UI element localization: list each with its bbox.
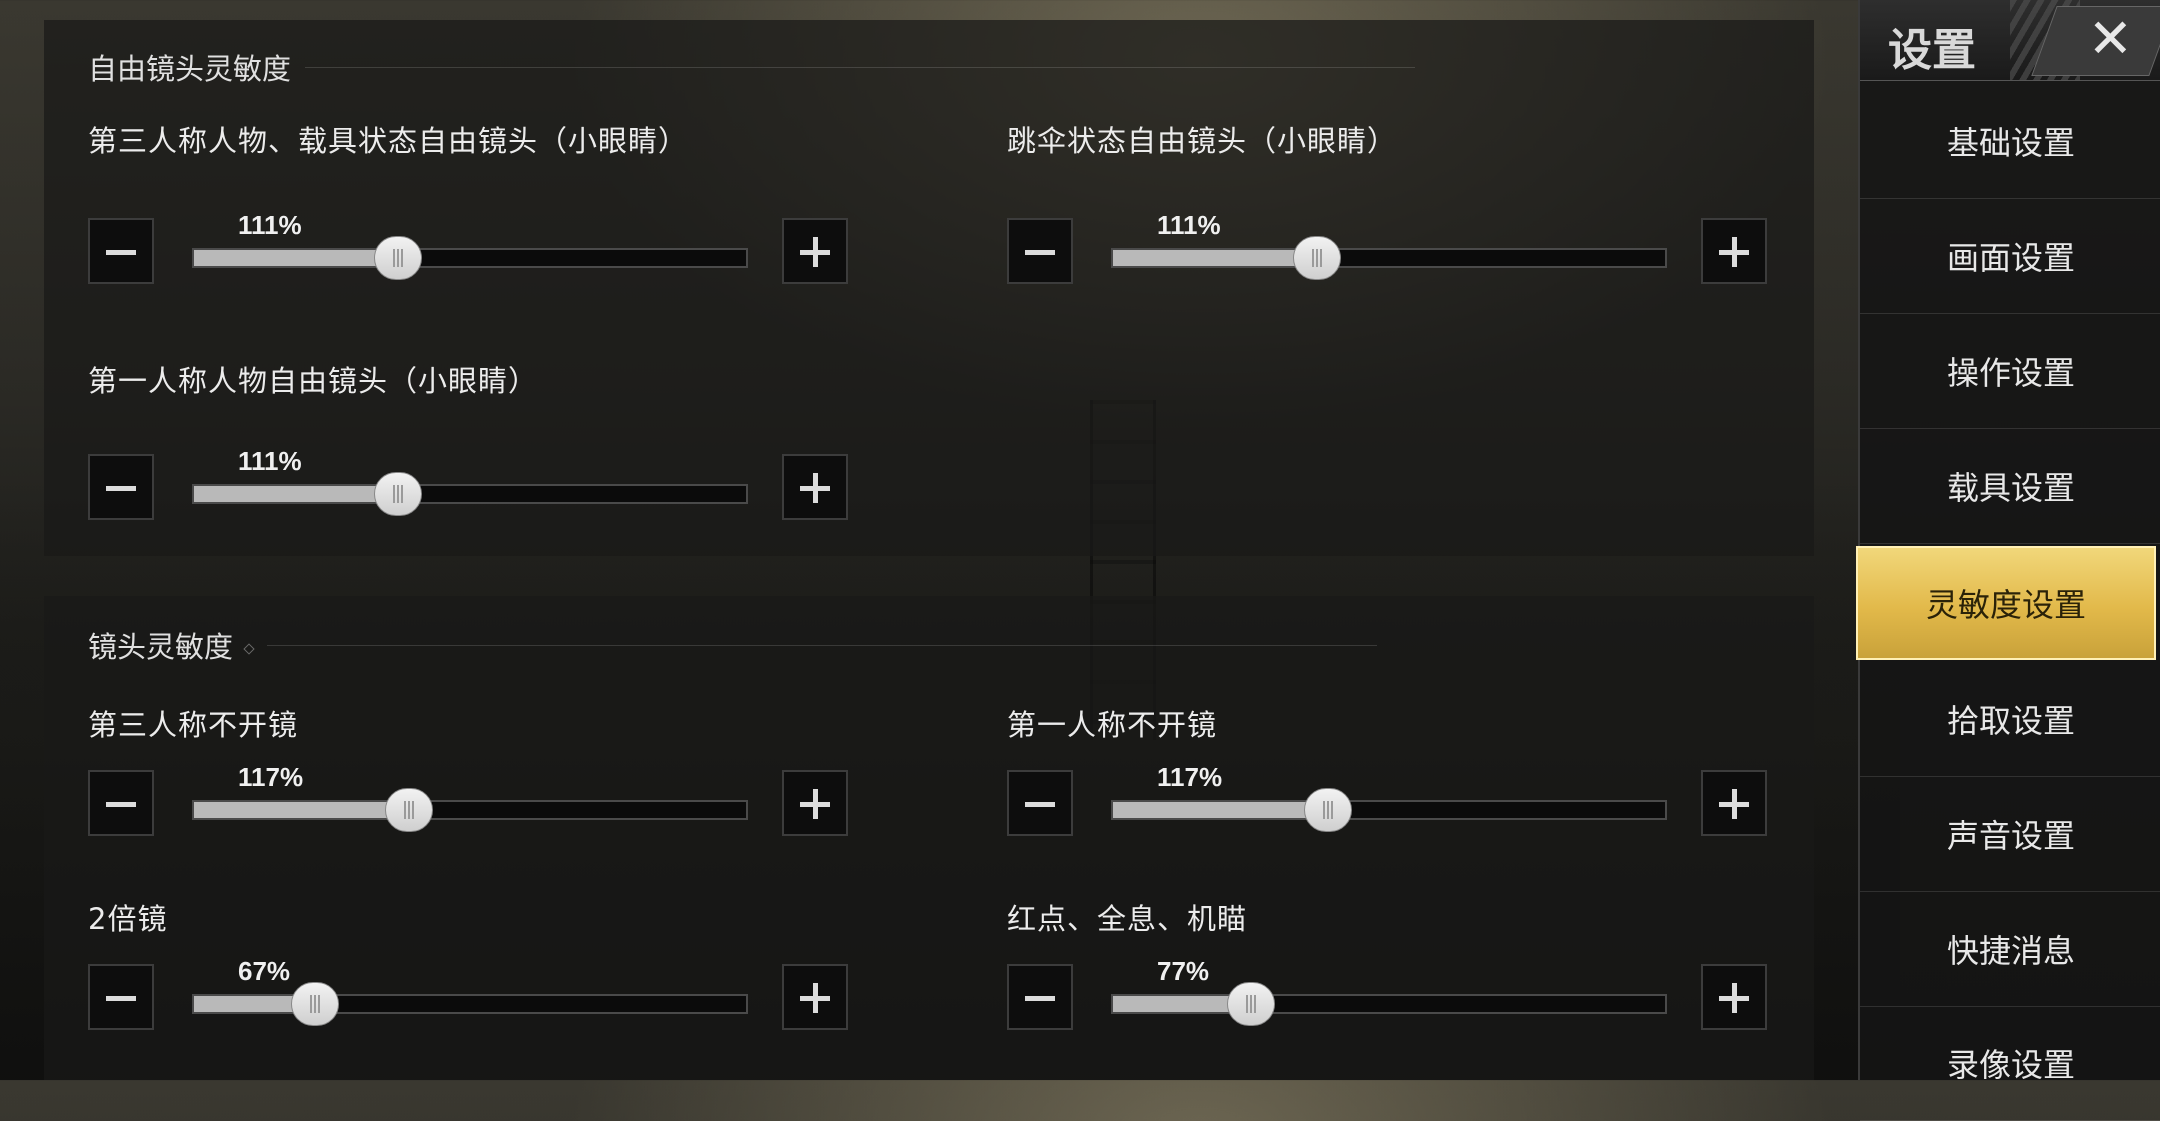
slider-fill [1113,250,1318,266]
sidebar-item-quick-message[interactable]: 快捷消息 [1860,892,2160,1007]
slider-2x-scope: 67% [88,956,858,1036]
slider-value: 111% [238,446,302,476]
slider-track[interactable] [192,788,748,832]
slider-track[interactable] [192,982,748,1026]
slider-value: 111% [238,210,302,240]
decrease-button[interactable] [88,964,154,1030]
slider-tpp-no-scope: 117% [88,762,858,842]
slider-track[interactable] [192,472,748,516]
free-look-title: 自由镜头灵敏度 [88,46,1416,88]
minus-icon [106,486,136,491]
sidebar-item-graphics[interactable]: 画面设置 [1860,199,2160,314]
slider-value: 117% [238,762,304,792]
slider-thumb[interactable] [291,982,340,1026]
slider-label-fpp-freelook: 第一人称人物自由镜头（小眼睛） [88,364,539,398]
slider-parachute-freelook: 111% [1007,210,1777,290]
sidebar-item-vehicle[interactable]: 载具设置 [1860,429,2160,544]
slider-track[interactable] [192,236,748,280]
slider-thumb[interactable] [1293,236,1342,280]
slider-label-parachute-freelook: 跳伞状态自由镜头（小眼睛） [1007,124,1398,158]
settings-sidebar: 设置 ✕ 基础设置 画面设置 操作设置 载具设置 灵敏度设置 拾取设置 声音设置… [1856,0,2160,1121]
slider-fpp-no-scope: 117% [1007,762,1777,842]
diamond-icon [243,643,255,655]
slider-thumb[interactable] [1304,788,1353,832]
sidebar-item-audio[interactable]: 声音设置 [1860,777,2160,892]
slider-fill [194,250,399,266]
slider-track[interactable] [1111,982,1667,1026]
camera-sensitivity-title: 镜头灵敏度 [88,624,1378,666]
minus-icon [106,996,136,1001]
minus-icon [1025,250,1055,255]
decrease-button[interactable] [88,218,154,284]
slider-label-2x-scope: 2倍镜 [88,902,168,936]
decrease-button[interactable] [88,454,154,520]
increase-button[interactable] [782,218,848,284]
sidebar-header: 设置 ✕ [1860,0,2160,81]
slider-thumb[interactable] [374,236,423,280]
decrease-button[interactable] [88,770,154,836]
slider-red-dot-holo: 77% [1007,956,1777,1036]
slider-thumb[interactable] [1227,982,1275,1026]
sidebar-item-basic[interactable]: 基础设置 [1860,84,2160,199]
settings-title: 设置 [1888,25,1976,76]
sidebar-item-pickup[interactable]: 拾取设置 [1860,662,2160,777]
slider-thumb[interactable] [374,472,423,516]
slider-track[interactable] [1111,236,1667,280]
slider-tpp-vehicle-freelook: 111% [88,210,858,290]
slider-fill [194,802,410,818]
free-look-panel: 自由镜头灵敏度 第三人称人物、载具状态自由镜头（小眼睛） 111% 跳伞状态自由… [44,20,1814,556]
camera-sensitivity-panel: 镜头灵敏度 第三人称不开镜 117% 第一人称不开镜 117% 2倍镜 67% … [44,596,1814,1080]
slider-value: 117% [1157,762,1223,792]
slider-label-tpp-no-scope: 第三人称不开镜 [88,708,299,742]
decrease-button[interactable] [1007,770,1073,836]
increase-button[interactable] [1701,964,1767,1030]
slider-value: 77% [1157,956,1210,986]
increase-button[interactable] [782,770,848,836]
decrease-button[interactable] [1007,964,1073,1030]
sidebar-item-sensitivity[interactable]: 灵敏度设置 [1856,546,2156,660]
increase-button[interactable] [782,964,848,1030]
minus-icon [106,250,136,255]
slider-fpp-freelook: 111% [88,446,858,526]
sidebar-item-controls[interactable]: 操作设置 [1860,314,2160,429]
increase-button[interactable] [1701,218,1767,284]
decrease-button[interactable] [1007,218,1073,284]
slider-label-tpp-vehicle-freelook: 第三人称人物、载具状态自由镜头（小眼睛） [88,124,689,158]
slider-label-red-dot-holo: 红点、全息、机瞄 [1007,902,1248,936]
minus-icon [1025,996,1055,1001]
slider-fill [1113,802,1329,818]
slider-fill [194,486,399,502]
increase-button[interactable] [1701,770,1767,836]
slider-label-fpp-no-scope: 第一人称不开镜 [1007,708,1218,742]
close-icon: ✕ [2087,7,2133,70]
slider-thumb[interactable] [385,788,434,832]
slider-value: 111% [1157,210,1221,240]
slider-value: 67% [238,956,291,986]
increase-button[interactable] [782,454,848,520]
minus-icon [1025,802,1055,807]
minus-icon [106,802,136,807]
sidebar-item-replay[interactable]: 录像设置 [1860,1006,2160,1121]
slider-track[interactable] [1111,788,1667,832]
